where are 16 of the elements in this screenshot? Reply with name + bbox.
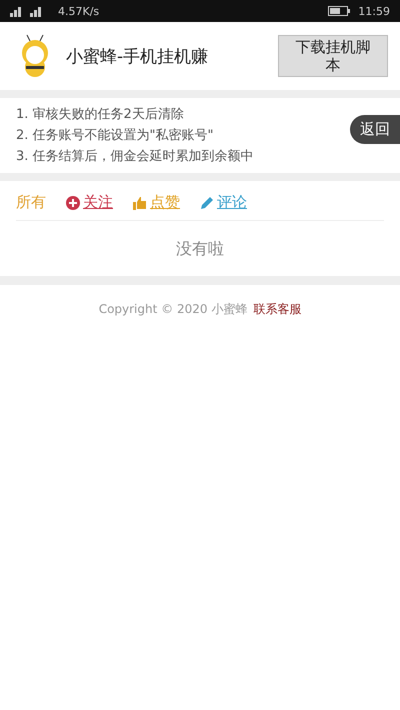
copyright-text: Copyright © 2020 小蜜蜂 <box>98 302 248 316</box>
download-button[interactable]: 下载挂机脚本 <box>278 35 388 77</box>
clock-time: 11:59 <box>358 4 390 18</box>
filter-tab[interactable]: 关注 <box>66 193 113 212</box>
app-title: 小蜜蜂-手机挂机赚 <box>66 46 210 68</box>
back-button[interactable]: 返回 <box>350 115 400 144</box>
thumbs-up-icon <box>133 196 147 210</box>
contact-link[interactable]: 联系客服 <box>253 302 302 316</box>
notice-text: 1. 审核失败的任务2天后清除 <box>16 106 184 124</box>
battery-icon <box>328 6 350 16</box>
pencil-icon <box>200 196 214 210</box>
notice-text: 3. 任务结算后，佣金会延时累加到余额中 <box>16 148 254 166</box>
network-speed: 4.57K/s <box>58 4 100 18</box>
plus-circle-icon <box>66 196 80 210</box>
notice-text: 2. 任务账号不能设置为"私密账号" <box>16 127 214 145</box>
empty-message: 没有啦 <box>175 238 225 260</box>
